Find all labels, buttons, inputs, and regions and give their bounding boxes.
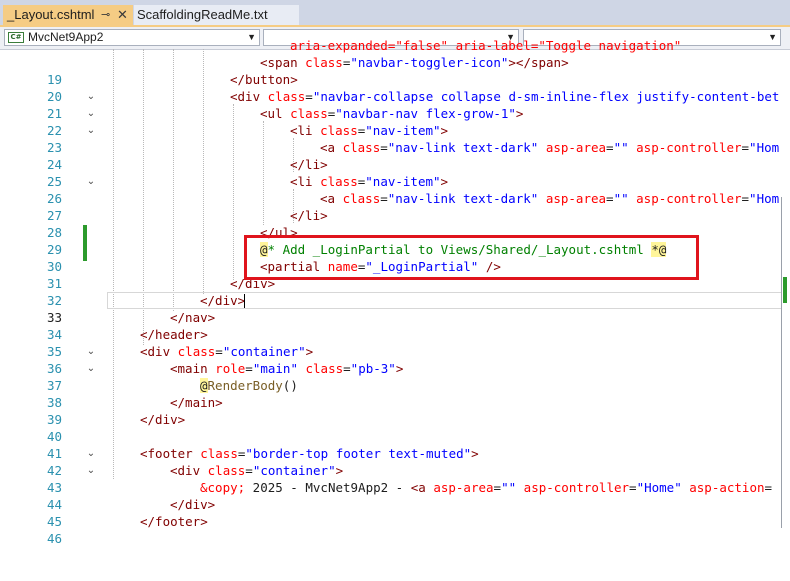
change-indicator [783,277,787,303]
code-text: <a class="nav-link text-dark" asp-area="… [320,191,780,206]
line-number: 46 [46,531,62,546]
document-tab-strip: _Layout.cshtml ⊸ ✕ ScaffoldingReadMe.txt [0,0,790,27]
code-line: 20 </button> [0,71,790,104]
tab-layout-cshtml[interactable]: _Layout.cshtml ⊸ ✕ [3,5,133,25]
code-text: </li> [290,208,328,223]
code-text: </button> [230,72,298,87]
code-text: </nav> [170,310,216,325]
code-line: 22 ⌄ <ul class="navbar-nav flex-grow-1"> [0,105,790,138]
code-text: </div> [200,293,246,308]
code-text: aria-expanded="false" aria-label="Toggle… [290,38,682,53]
code-text: <li class="nav-item"> [290,123,449,138]
code-text: </header> [140,327,208,342]
annotation-highlight-box [244,235,699,280]
docked-panel-edge [781,197,790,528]
code-text: </footer> [140,514,208,529]
code-line: 39 </main> [0,394,790,427]
code-text: </main> [170,395,223,410]
chevron-down-icon[interactable]: ⌄ [86,462,96,479]
code-text: </div> [140,412,186,427]
code-line: 21 ⌄ <div class="navbar-collapse collaps… [0,88,790,121]
tab-label: ScaffoldingReadMe.txt [137,7,268,22]
close-icon[interactable]: ✕ [117,5,128,25]
code-line: 43 ⌄ <div class="container"> [0,462,790,495]
code-line: 34 </nav> [0,309,790,342]
code-line: 41 [0,428,790,461]
code-line: 36 ⌄ <div class="container"> [0,343,790,376]
code-line: aria-expanded="false" aria-label="Toggle… [0,37,790,54]
code-line: 45 </div> [0,496,790,529]
code-text: <ul class="navbar-nav flex-grow-1"> [260,106,524,121]
tab-scaffolding-readme[interactable]: ScaffoldingReadMe.txt [134,5,299,25]
code-line-current: 33 </div> [0,292,790,325]
code-line: 46 </footer> [0,513,790,546]
code-text: <main role="main" class="pb-3"> [170,361,404,376]
chevron-down-icon[interactable]: ⌄ [86,445,96,462]
code-line: 28 </li> [0,207,790,240]
chevron-down-icon[interactable]: ⌄ [86,88,96,105]
code-line: 40 </div> [0,411,790,444]
code-text: </div> [170,497,216,512]
code-text: <div class="container"> [170,463,344,478]
tab-label: _Layout.cshtml [7,7,95,22]
chevron-down-icon[interactable]: ⌄ [86,360,96,377]
code-text: </li> [290,157,328,172]
code-line: 37 ⌄ <main role="main" class="pb-3"> [0,360,790,393]
code-line: 19 <span class="navbar-toggler-icon"></s… [0,54,790,87]
pin-icon[interactable]: ⊸ [101,5,110,25]
code-line: 27 <a class="nav-link text-dark" asp-are… [0,190,790,223]
code-text: @RenderBody() [200,378,298,393]
code-line: 38 @RenderBody() [0,377,790,410]
code-line: 23 ⌄ <li class="nav-item"> [0,122,790,155]
code-text: <a class="nav-link text-dark" asp-area="… [320,140,780,155]
code-text: <div class="navbar-collapse collapse d-s… [230,89,780,104]
code-editor[interactable]: aria-expanded="false" aria-label="Toggle… [0,38,790,546]
chevron-down-icon[interactable]: ⌄ [86,105,96,122]
code-line: 26 ⌄ <li class="nav-item"> [0,173,790,206]
code-line: 44 &copy; 2025 - MvcNet9App2 - <a asp-ar… [0,479,790,512]
code-line: 25 </li> [0,156,790,189]
text-caret [244,294,245,308]
chevron-down-icon[interactable]: ⌄ [86,122,96,139]
chevron-down-icon[interactable]: ⌄ [86,173,96,190]
code-text: <div class="container"> [140,344,314,359]
code-text: <span class="navbar-toggler-icon"></span… [260,55,569,70]
code-text: <li class="nav-item"> [290,174,449,189]
chevron-down-icon[interactable]: ⌄ [86,343,96,360]
code-line: 42 ⌄ <footer class="border-top footer te… [0,445,790,478]
code-text: <footer class="border-top footer text-mu… [140,446,479,461]
code-text: &copy; 2025 - MvcNet9App2 - <a asp-area=… [200,480,773,495]
code-line: 35 </header> [0,326,790,359]
code-line: 24 <a class="nav-link text-dark" asp-are… [0,139,790,172]
